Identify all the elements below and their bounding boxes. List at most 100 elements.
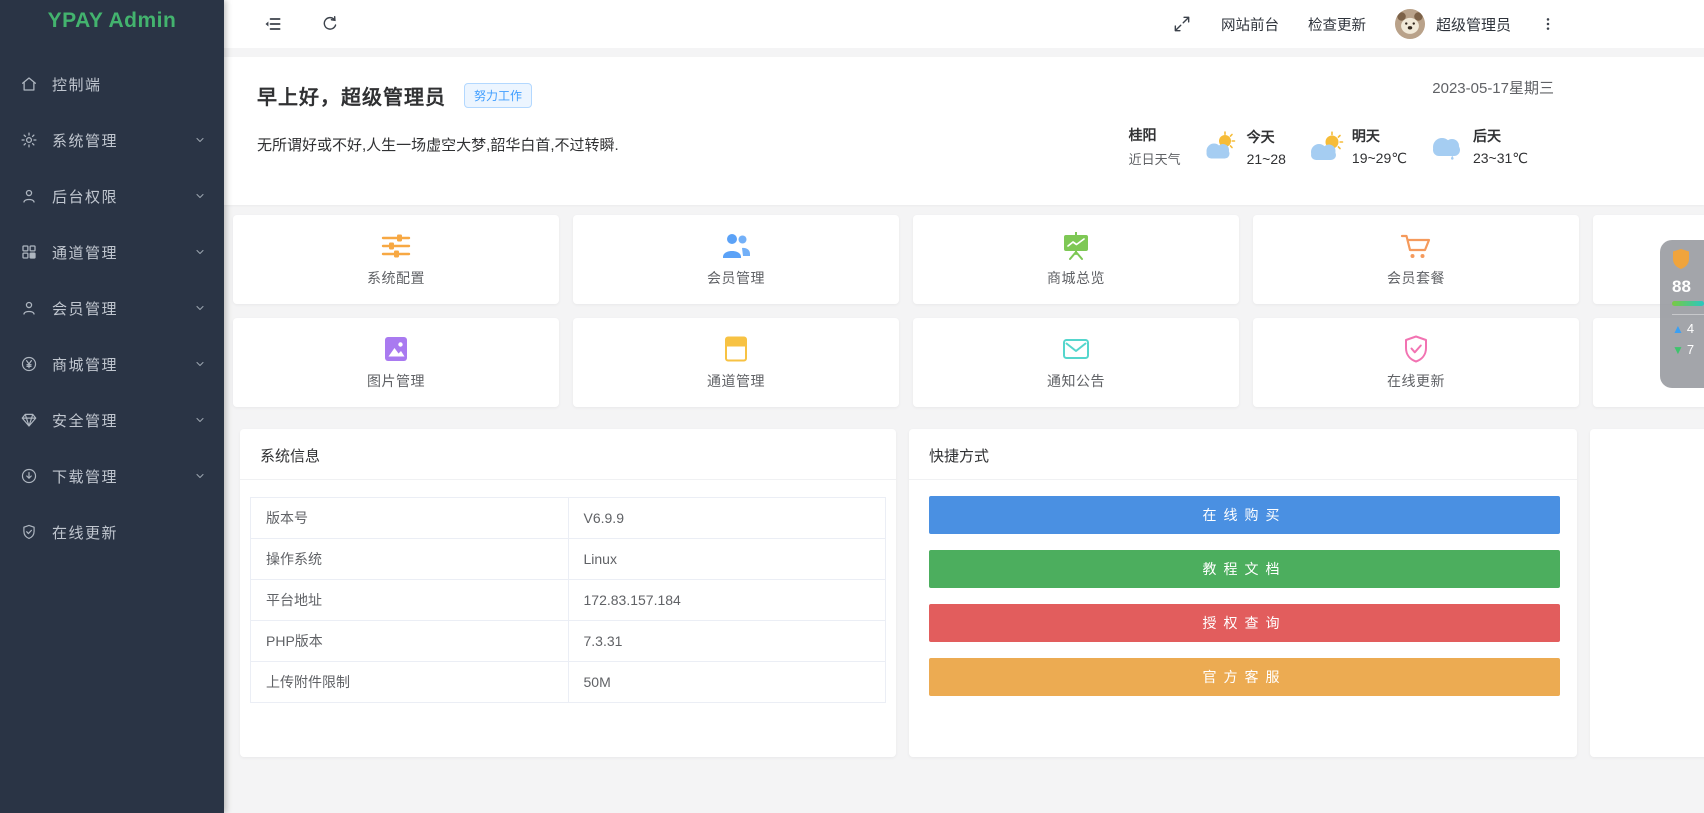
kebab-menu-icon[interactable]: [1540, 14, 1556, 34]
info-value: 7.3.31: [568, 621, 886, 662]
arrow-down-icon: ▼: [1672, 343, 1684, 357]
sidebar-item-label: 通道管理: [52, 242, 194, 263]
users-icon: [719, 231, 753, 261]
sidebar-item-label: 后台权限: [52, 186, 194, 207]
sidebar-item-security[interactable]: 安全管理: [0, 392, 224, 448]
weather-day: 明天 19~29℃: [1306, 126, 1407, 167]
shortcut-card-member-plans[interactable]: 会员套餐: [1253, 215, 1579, 304]
chart-board-icon: [1059, 231, 1093, 261]
weather-city: 桂阳 近日天气: [1129, 125, 1181, 168]
chevron-down-icon: [194, 358, 206, 370]
sidebar-menu: 控制端 系统管理 后台权限 通道管理 会员管理 商城管理: [0, 42, 224, 560]
shortcut-card-members[interactable]: 会员管理: [573, 215, 899, 304]
shortcut-card-online-update[interactable]: 在线更新: [1253, 318, 1579, 407]
shortcut-card-system-config[interactable]: 系统配置: [233, 215, 559, 304]
badge-icon: [1672, 249, 1690, 269]
cutoff-panel: [1590, 429, 1704, 757]
refresh-icon[interactable]: [320, 14, 340, 34]
shortcut-cards: 系统配置 会员管理 商城总览 会员套餐 图片管理 通道: [233, 215, 1704, 407]
sidebar-item-label: 控制端: [52, 74, 206, 95]
weather-widget: 桂阳 近日天气 今天 21~28 明天 19~29℃: [1129, 125, 1528, 168]
user-icon: [20, 187, 38, 205]
sidebar-item-label: 会员管理: [52, 298, 194, 319]
server-monitor-widget[interactable]: 88 ▲ 4 ▼ 7: [1660, 240, 1704, 388]
system-info-table: 版本号 V6.9.9 操作系统 Linux 平台地址 172.83.157.18…: [250, 497, 886, 703]
system-info-title: 系统信息: [240, 429, 896, 480]
info-label: 上传附件限制: [251, 662, 569, 703]
sliders-icon: [379, 231, 413, 261]
chevron-down-icon: [194, 414, 206, 426]
mood-badge: 努力工作: [464, 83, 532, 108]
current-date: 2023-05-17星期三: [1432, 77, 1554, 98]
username-dropdown[interactable]: 超级管理员: [1436, 14, 1511, 35]
greeting-title: 早上好，超级管理员: [257, 81, 446, 110]
modules-icon: [20, 243, 38, 261]
sidebar-item-dashboard[interactable]: 控制端: [0, 56, 224, 112]
weather-subtitle: 近日天气: [1129, 149, 1181, 168]
chevron-down-icon: [194, 470, 206, 482]
sidebar-item-downloads[interactable]: 下载管理: [0, 448, 224, 504]
fullscreen-icon[interactable]: [1172, 14, 1192, 34]
shield-check-icon: [1399, 334, 1433, 364]
collapse-sidebar-icon[interactable]: [263, 14, 283, 34]
chevron-down-icon: [194, 190, 206, 202]
gem-icon: [20, 411, 38, 429]
shortcut-card-channels[interactable]: 通道管理: [573, 318, 899, 407]
chevron-down-icon: [194, 134, 206, 146]
shortcut-card-label: 会员管理: [707, 268, 765, 288]
shortcut-card-label: 通知公告: [1047, 371, 1105, 391]
gear-icon: [20, 131, 38, 149]
shortcut-card-notices[interactable]: 通知公告: [913, 318, 1239, 407]
quick-links-title: 快捷方式: [909, 429, 1577, 480]
chevron-down-icon: [194, 302, 206, 314]
info-label: 平台地址: [251, 580, 569, 621]
weather-day-info: 明天 19~29℃: [1352, 126, 1407, 167]
sidebar-item-online-update[interactable]: 在线更新: [0, 504, 224, 560]
weather-day-info: 后天 23~31℃: [1473, 126, 1528, 167]
weather-day-temp: 23~31℃: [1473, 150, 1528, 167]
weather-day-info: 今天 21~28: [1247, 127, 1286, 167]
table-row: 平台地址 172.83.157.184: [251, 580, 886, 621]
info-value: V6.9.9: [568, 498, 886, 539]
tutorial-docs-button[interactable]: 教程文档: [929, 550, 1560, 588]
monitor-value: 88: [1672, 277, 1704, 297]
sidebar-item-mall[interactable]: 商城管理: [0, 336, 224, 392]
weather-city-name: 桂阳: [1129, 127, 1157, 143]
monitor-down-value: 7: [1687, 342, 1694, 357]
mail-icon: [1059, 334, 1093, 364]
shortcut-card-label: 图片管理: [367, 371, 425, 391]
home-icon: [20, 75, 38, 93]
arrow-up-icon: ▲: [1672, 322, 1684, 336]
check-update-link[interactable]: 检查更新: [1308, 14, 1366, 35]
shortcut-card-label: 商城总览: [1047, 268, 1105, 288]
avatar[interactable]: [1395, 9, 1425, 39]
topbar: 网站前台 检查更新 超级管理员: [224, 0, 1704, 48]
quick-links-panel: 快捷方式 在线购买 教程文档 授权查询 官方客服: [909, 429, 1577, 757]
info-label: 操作系统: [251, 539, 569, 580]
cart-icon: [1399, 231, 1433, 261]
weather-day-temp: 21~28: [1247, 151, 1286, 167]
sun-behind-cloud-icon: [1306, 130, 1348, 164]
weather-day-name: 今天: [1247, 129, 1275, 145]
cloud-icon: [1427, 130, 1469, 164]
window-icon: [719, 334, 753, 364]
shortcut-card-images[interactable]: 图片管理: [233, 318, 559, 407]
sidebar-item-system[interactable]: 系统管理: [0, 112, 224, 168]
greeting-panel: 早上好，超级管理员 努力工作 无所谓好或不好,人生一场虚空大梦,韶华白首,不过转…: [224, 57, 1704, 205]
sidebar-item-channels[interactable]: 通道管理: [0, 224, 224, 280]
monitor-up-value: 4: [1687, 321, 1694, 336]
buy-online-button[interactable]: 在线购买: [929, 496, 1560, 534]
shortcut-card-mall-overview[interactable]: 商城总览: [913, 215, 1239, 304]
official-support-button[interactable]: 官方客服: [929, 658, 1560, 696]
site-front-link[interactable]: 网站前台: [1221, 14, 1279, 35]
info-value: Linux: [568, 539, 886, 580]
weather-day-temp: 19~29℃: [1352, 150, 1407, 167]
sidebar-item-label: 商城管理: [52, 354, 194, 375]
license-query-button[interactable]: 授权查询: [929, 604, 1560, 642]
sidebar: YPAY Admin 控制端 系统管理 后台权限 通道管理 会员管理: [0, 0, 224, 813]
sidebar-item-label: 在线更新: [52, 522, 206, 543]
sidebar-item-permissions[interactable]: 后台权限: [0, 168, 224, 224]
download-circle-icon: [20, 467, 38, 485]
monitor-upload-stat: ▲ 4: [1672, 321, 1704, 336]
sidebar-item-members[interactable]: 会员管理: [0, 280, 224, 336]
